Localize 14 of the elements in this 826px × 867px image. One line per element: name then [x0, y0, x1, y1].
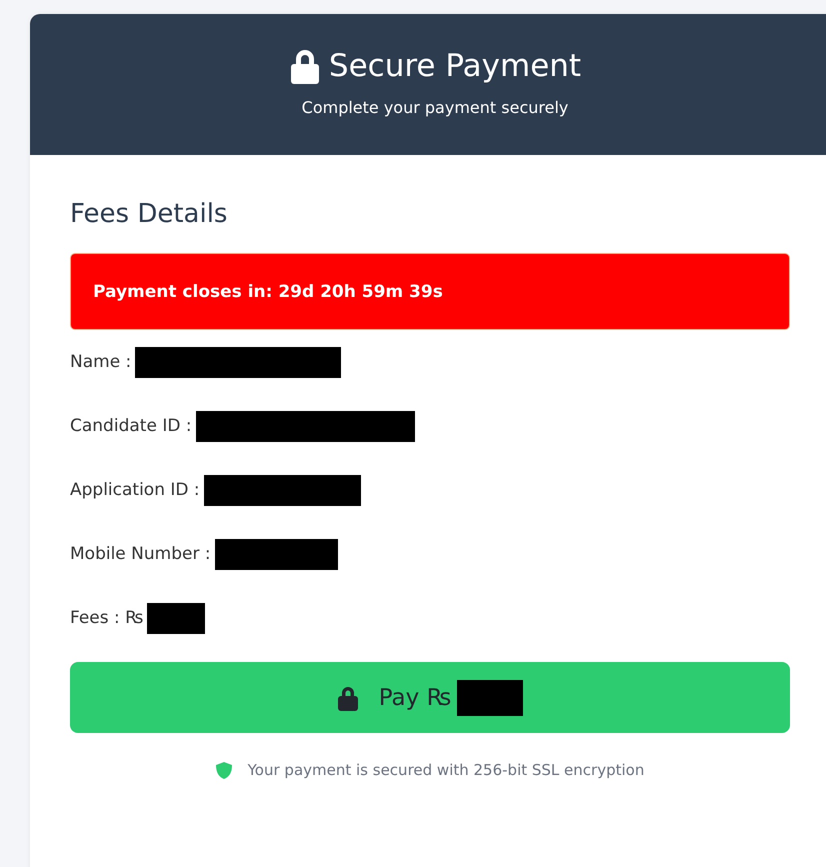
field-label: Name : [70, 352, 132, 372]
security-note: Your payment is secured with 256-bit SSL encryption [248, 761, 644, 779]
section-title: Fees Details [70, 199, 228, 229]
lock-icon [336, 684, 359, 710]
field-label: Fees : ₨ [70, 608, 144, 628]
lock-icon [288, 48, 321, 84]
countdown-alert: Payment closes in: 29d 20h 59m 39s [70, 253, 790, 330]
shield-icon [216, 762, 232, 778]
field-label: Candidate ID : [70, 416, 192, 436]
field-label: Application ID : [70, 480, 200, 500]
field-label: Mobile Number : [70, 544, 211, 564]
page-title: Secure Payment [328, 48, 582, 84]
pay-button[interactable]: Pay ₨ [70, 662, 790, 733]
page-subtitle: Complete your payment securely [302, 98, 568, 117]
